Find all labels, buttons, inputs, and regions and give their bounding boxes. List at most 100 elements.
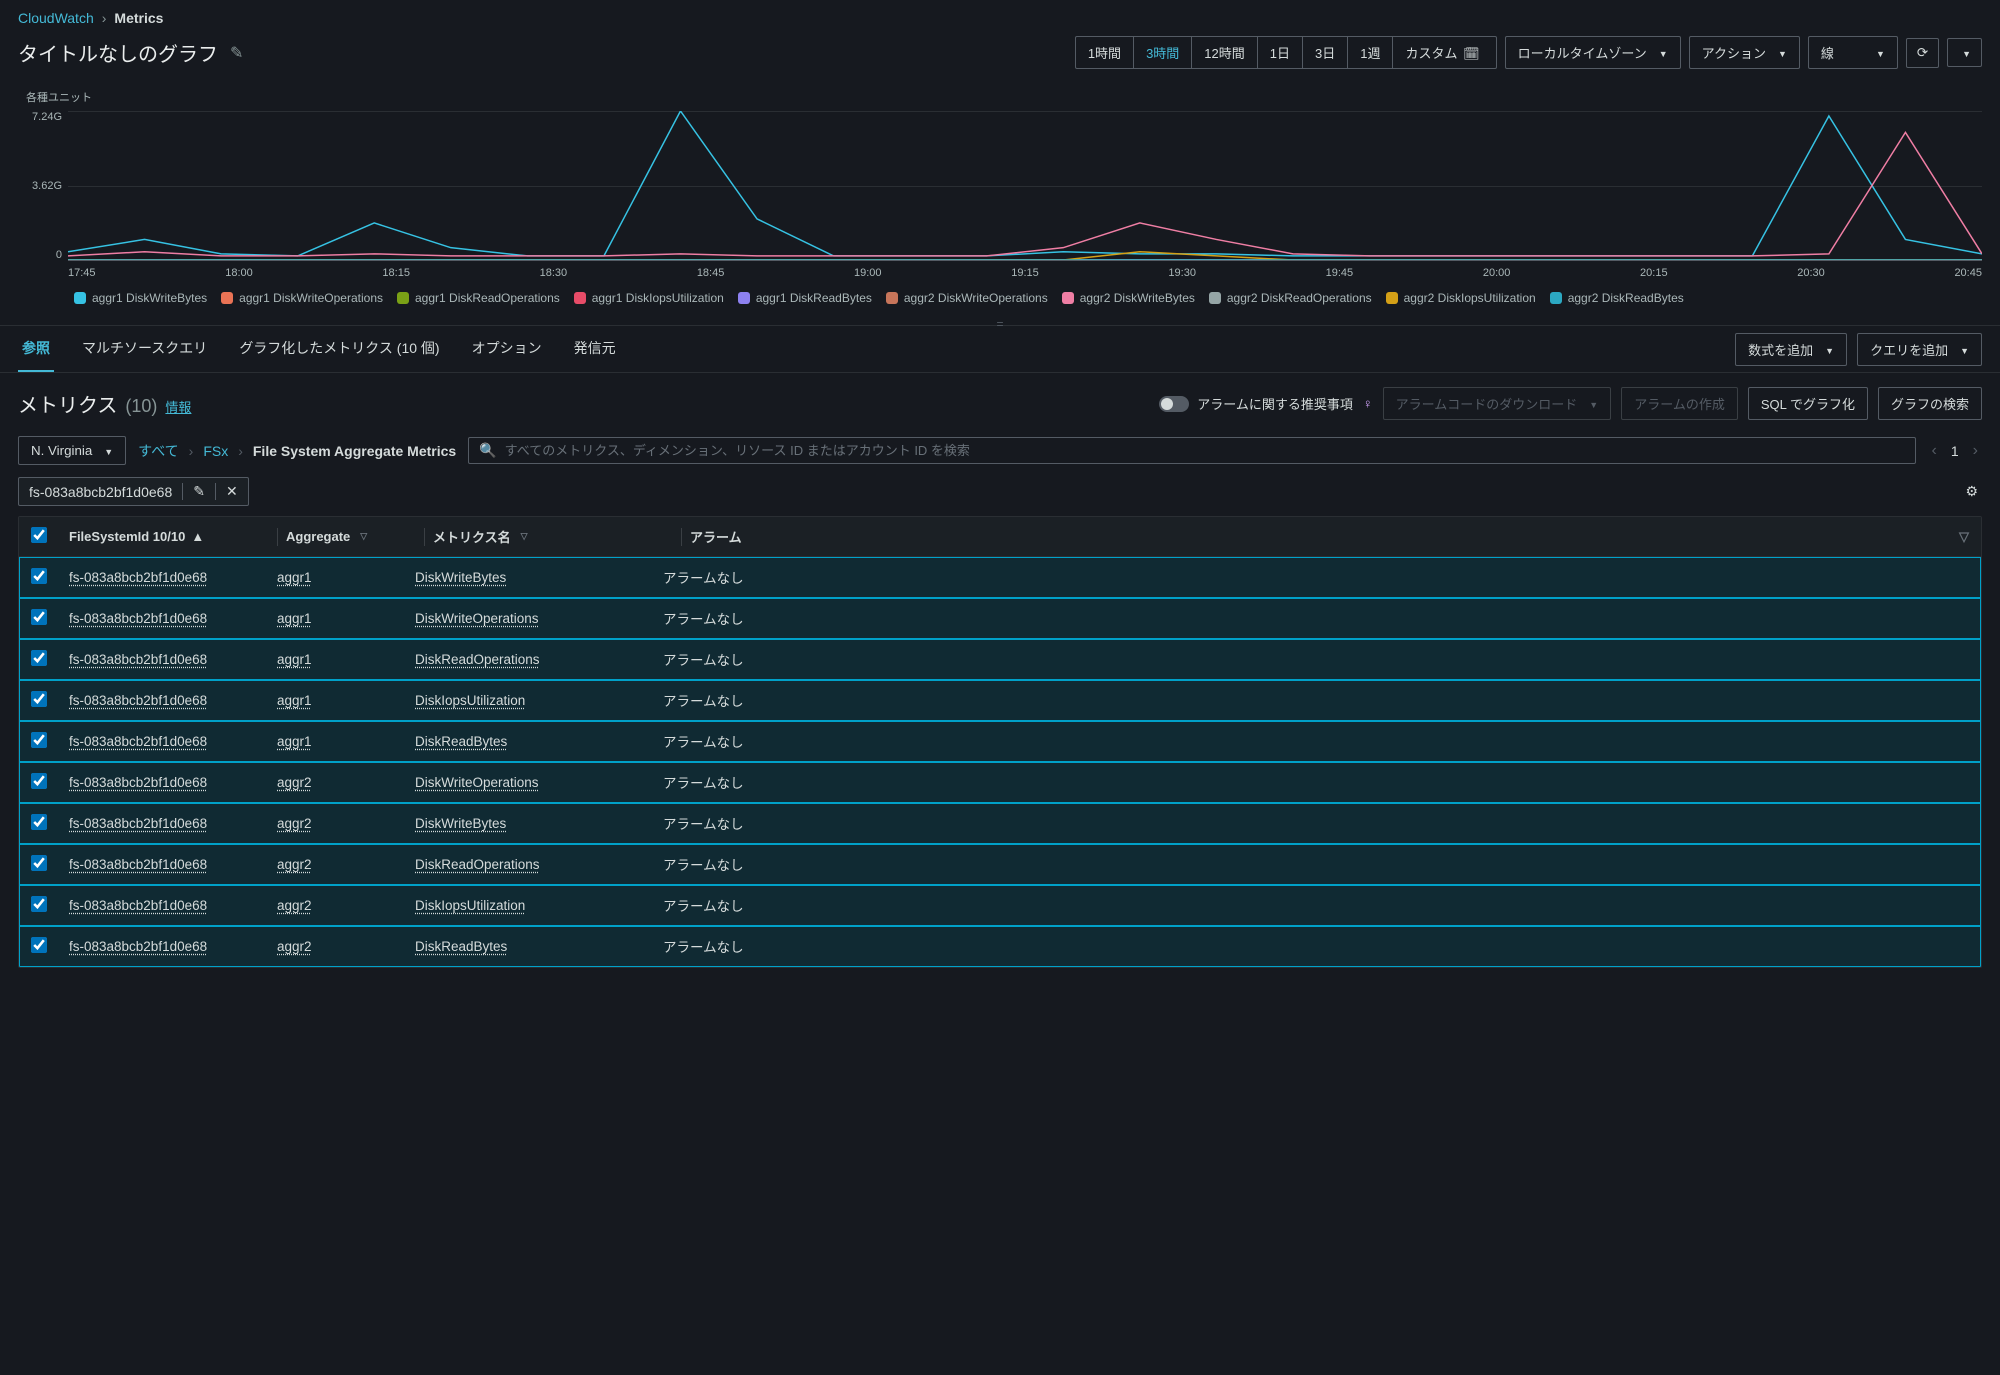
timezone-select[interactable]: ローカルタイムゾーン bbox=[1505, 36, 1681, 69]
breadcrumb-root[interactable]: CloudWatch bbox=[18, 10, 94, 26]
metric-name[interactable]: DiskReadBytes bbox=[415, 939, 507, 954]
row-checkbox[interactable] bbox=[31, 609, 47, 625]
aggregate[interactable]: aggr2 bbox=[277, 857, 312, 872]
crumb-all[interactable]: すべて bbox=[138, 441, 178, 461]
aggregate[interactable]: aggr1 bbox=[277, 611, 312, 626]
legend-item[interactable]: aggr2 DiskReadBytes bbox=[1550, 291, 1684, 305]
tab-0[interactable]: 参照 bbox=[18, 326, 54, 372]
add-query-button[interactable]: クエリを追加 bbox=[1857, 333, 1982, 366]
metric-name[interactable]: DiskIopsUtilization bbox=[415, 693, 525, 708]
legend-item[interactable]: aggr1 DiskReadBytes bbox=[738, 291, 872, 305]
filesystem-id[interactable]: fs-083a8bcb2bf1d0e68 bbox=[69, 611, 207, 626]
next-page-button[interactable]: › bbox=[1969, 440, 1982, 462]
alarm-recommendations-toggle[interactable]: アラームに関する推奨事項 ♀ bbox=[1159, 394, 1372, 413]
legend-item[interactable]: aggr1 DiskIopsUtilization bbox=[574, 291, 724, 305]
aggregate[interactable]: aggr1 bbox=[277, 693, 312, 708]
metric-name[interactable]: DiskReadBytes bbox=[415, 734, 507, 749]
aggregate[interactable]: aggr2 bbox=[277, 775, 312, 790]
metric-name[interactable]: DiskWriteOperations bbox=[415, 775, 539, 790]
tab-1[interactable]: マルチソースクエリ bbox=[78, 326, 211, 372]
table-row[interactable]: fs-083a8bcb2bf1d0e68aggr1DiskReadBytesアラ… bbox=[19, 721, 1981, 762]
table-row[interactable]: fs-083a8bcb2bf1d0e68aggr1DiskWriteBytesア… bbox=[19, 557, 1981, 598]
metric-name[interactable]: DiskReadOperations bbox=[415, 652, 540, 667]
table-row[interactable]: fs-083a8bcb2bf1d0e68 aggr2 DiskIopsUtiliza… bbox=[19, 885, 1981, 926]
aggregate[interactable]: aggr2 bbox=[277, 898, 312, 913]
gear-icon[interactable]: ⚙ bbox=[1961, 479, 1982, 504]
row-checkbox[interactable] bbox=[31, 650, 47, 666]
legend-item[interactable]: aggr1 DiskWriteBytes bbox=[74, 291, 207, 305]
row-checkbox[interactable] bbox=[31, 732, 47, 748]
prev-page-button[interactable]: ‹ bbox=[1928, 440, 1941, 462]
metric-name[interactable]: DiskWriteOperations bbox=[415, 611, 539, 626]
legend-item[interactable]: aggr2 DiskReadOperations bbox=[1209, 291, 1372, 305]
filesystem-id[interactable]: fs-083a8bcb2bf1d0e68 bbox=[69, 816, 207, 831]
aggregate[interactable]: aggr1 bbox=[277, 734, 312, 749]
crumb-service[interactable]: FSx bbox=[203, 443, 228, 459]
filesystem-id[interactable]: fs-083a8bcb2bf1d0e68 bbox=[69, 775, 207, 790]
sql-graph-button[interactable]: SQL でグラフ化 bbox=[1748, 387, 1868, 420]
search-box[interactable]: 🔍 bbox=[468, 437, 1915, 464]
col-sort-icon[interactable]: ▽ bbox=[1945, 529, 1969, 545]
region-select[interactable]: N. Virginia bbox=[18, 436, 126, 465]
col-filesystemid[interactable]: FileSystemId 10/10 bbox=[69, 529, 269, 544]
metric-name[interactable]: DiskWriteBytes bbox=[415, 816, 506, 831]
table-row[interactable]: fs-083a8bcb2bf1d0e68 aggr2 DiskWriteOperat… bbox=[19, 762, 1981, 803]
add-math-button[interactable]: 数式を追加 bbox=[1735, 333, 1847, 366]
row-checkbox[interactable] bbox=[31, 691, 47, 707]
filesystem-id[interactable]: fs-083a8bcb2bf1d0e68 bbox=[69, 570, 207, 585]
tab-3[interactable]: オプション bbox=[468, 326, 546, 372]
table-row[interactable]: fs-083a8bcb2bf1d0e68aggr2DiskWriteBytesア… bbox=[19, 803, 1981, 844]
legend-item[interactable]: aggr2 DiskWriteOperations bbox=[886, 291, 1048, 305]
filesystem-id[interactable]: fs-083a8bcb2bf1d0e68 bbox=[69, 652, 207, 667]
time-range-2[interactable]: 12時間 bbox=[1192, 37, 1257, 68]
legend-item[interactable]: aggr2 DiskWriteBytes bbox=[1062, 291, 1195, 305]
col-aggregate[interactable]: Aggregate bbox=[286, 529, 416, 544]
table-row[interactable]: fs-083a8bcb2bf1d0e68aggr2DiskReadBytesアラ… bbox=[19, 926, 1981, 967]
time-range-6[interactable]: カスタム 🗓 bbox=[1393, 37, 1495, 68]
time-range-3[interactable]: 1日 bbox=[1258, 37, 1303, 68]
time-range-1[interactable]: 3時間 bbox=[1134, 37, 1192, 68]
table-row[interactable]: fs-083a8bcb2bf1d0e68 aggr2 DiskReadOperati… bbox=[19, 844, 1981, 885]
select-all-checkbox[interactable] bbox=[31, 527, 47, 543]
search-input[interactable] bbox=[505, 443, 1905, 458]
row-checkbox[interactable] bbox=[31, 568, 47, 584]
row-checkbox[interactable] bbox=[31, 814, 47, 830]
edit-icon[interactable]: ✎ bbox=[182, 483, 205, 500]
metric-name[interactable]: DiskIopsUtilization bbox=[415, 898, 525, 913]
close-icon[interactable]: ✕ bbox=[215, 483, 238, 500]
tab-4[interactable]: 発信元 bbox=[570, 326, 620, 372]
metric-name[interactable]: DiskWriteBytes bbox=[415, 570, 506, 585]
row-checkbox[interactable] bbox=[31, 855, 47, 871]
legend-item[interactable]: aggr1 DiskReadOperations bbox=[397, 291, 560, 305]
refresh-button[interactable]: ⟳ bbox=[1906, 38, 1939, 68]
aggregate[interactable]: aggr2 bbox=[277, 939, 312, 954]
filesystem-id[interactable]: fs-083a8bcb2bf1d0e68 bbox=[69, 734, 207, 749]
tab-2[interactable]: グラフ化したメトリクス (10 個) bbox=[235, 326, 443, 372]
filesystem-id[interactable]: fs-083a8bcb2bf1d0e68 bbox=[69, 857, 207, 872]
info-link[interactable]: 情報 bbox=[165, 397, 191, 416]
chart-type-select[interactable]: 線 bbox=[1808, 36, 1898, 69]
aggregate[interactable]: aggr1 bbox=[277, 652, 312, 667]
filesystem-id[interactable]: fs-083a8bcb2bf1d0e68 bbox=[69, 898, 207, 913]
search-graph-button[interactable]: グラフの検索 bbox=[1878, 387, 1982, 420]
metric-name[interactable]: DiskReadOperations bbox=[415, 857, 540, 872]
actions-dropdown[interactable]: アクション bbox=[1689, 36, 1800, 69]
time-range-0[interactable]: 1時間 bbox=[1076, 37, 1134, 68]
filesystem-id[interactable]: fs-083a8bcb2bf1d0e68 bbox=[69, 939, 207, 954]
legend-item[interactable]: aggr2 DiskIopsUtilization bbox=[1386, 291, 1536, 305]
row-checkbox[interactable] bbox=[31, 773, 47, 789]
chart-plot-area[interactable] bbox=[68, 111, 1982, 261]
col-metric-name[interactable]: メトリクス名 bbox=[433, 527, 673, 546]
row-checkbox[interactable] bbox=[31, 896, 47, 912]
row-checkbox[interactable] bbox=[31, 937, 47, 953]
table-row[interactable]: fs-083a8bcb2bf1d0e68 aggr1 DiskWriteOperat… bbox=[19, 598, 1981, 639]
aggregate[interactable]: aggr2 bbox=[277, 816, 312, 831]
legend-item[interactable]: aggr1 DiskWriteOperations bbox=[221, 291, 383, 305]
refresh-dropdown[interactable] bbox=[1947, 38, 1982, 67]
table-row[interactable]: fs-083a8bcb2bf1d0e68aggr1DiskIopsUtiliza… bbox=[19, 680, 1981, 721]
time-range-5[interactable]: 1週 bbox=[1348, 37, 1393, 68]
time-range-4[interactable]: 3日 bbox=[1303, 37, 1348, 68]
table-row[interactable]: fs-083a8bcb2bf1d0e68 aggr1 DiskReadOperati… bbox=[19, 639, 1981, 680]
edit-icon[interactable]: ✎ bbox=[230, 43, 243, 63]
aggregate[interactable]: aggr1 bbox=[277, 570, 312, 585]
